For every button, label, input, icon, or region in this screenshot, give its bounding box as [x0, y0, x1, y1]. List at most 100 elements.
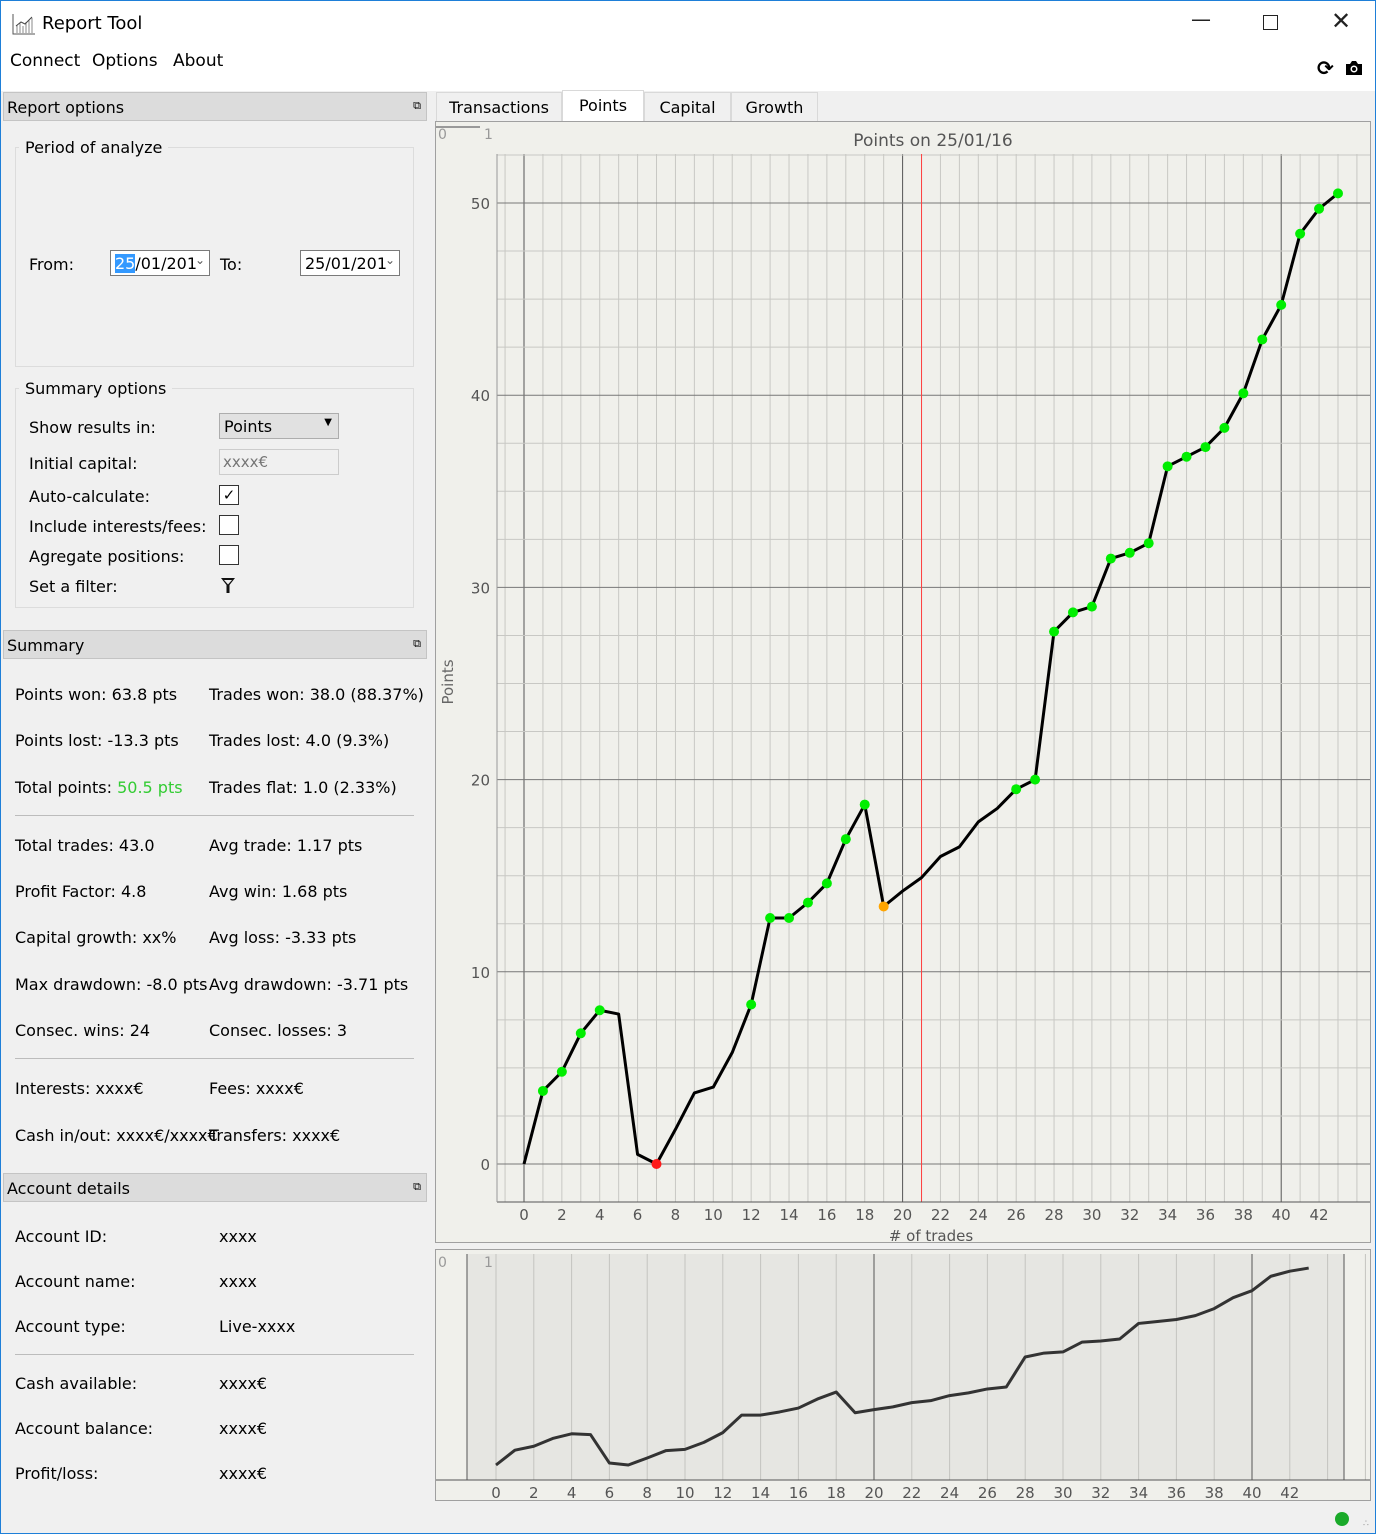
minimize-button[interactable]: —: [1191, 7, 1211, 31]
initial-capital-input[interactable]: [219, 449, 339, 475]
data-point-win: [1067, 607, 1078, 618]
title-bar: [1, 1, 1375, 47]
x-tick-label: 26: [978, 1484, 997, 1501]
corner-label-1: 1: [484, 127, 493, 143]
x-tick-label: 36: [1196, 1206, 1215, 1224]
to-date-input[interactable]: 25/01/201 ⌄: [300, 250, 400, 276]
x-tick-label: 16: [817, 1206, 836, 1224]
tab-growth[interactable]: Growth: [731, 92, 818, 122]
aggregate-checkbox[interactable]: [219, 545, 239, 565]
y-tick-label: 40: [471, 387, 490, 405]
x-tick-label: 2: [557, 1206, 567, 1224]
x-tick-label: 30: [1082, 1206, 1101, 1224]
chevron-down-icon[interactable]: ⌄: [195, 253, 205, 267]
account-balance-label: Account balance:: [15, 1419, 154, 1438]
y-tick-label: 0: [480, 1156, 490, 1174]
points-chart[interactable]: 0 1 Points on 25/01/16010203040500 2 4 6 8 10 12…: [435, 121, 1371, 1243]
x-tick-label: 38: [1205, 1484, 1224, 1501]
period-title: Period of analyze: [19, 138, 169, 157]
data-point-win: [802, 897, 813, 908]
menu-about[interactable]: About: [173, 51, 223, 71]
capital-growth: Capital growth: xx%: [15, 928, 177, 947]
divider: [15, 815, 414, 816]
from-date-rest: /01/201: [135, 254, 198, 273]
y-axis-label: Points: [439, 659, 457, 704]
chart-title: Points on 25/01/16: [853, 131, 1012, 151]
tab-points[interactable]: Points: [562, 90, 644, 123]
float-icon[interactable]: ⧉: [413, 637, 421, 651]
chevron-down-icon[interactable]: ⌄: [385, 253, 395, 267]
menu-connect[interactable]: Connect: [10, 51, 80, 71]
data-point-win: [1257, 334, 1268, 345]
tab-transactions[interactable]: Transactions: [436, 92, 562, 122]
avg-trade: Avg trade: 1.17 pts: [209, 836, 363, 855]
y-tick-label: 50: [471, 195, 490, 213]
data-point-win: [840, 834, 851, 845]
x-tick-label: 12: [713, 1484, 732, 1501]
total-points: Total points: 50.5 pts: [15, 778, 183, 797]
profit-loss-label: Profit/loss:: [15, 1464, 99, 1483]
account-type-value: Live-xxxx: [219, 1317, 296, 1336]
show-results-select[interactable]: Points ▼: [219, 413, 339, 439]
points-line: [522, 192, 1339, 1166]
x-tick-label: 16: [789, 1484, 808, 1501]
close-button[interactable]: ✕: [1331, 7, 1351, 35]
account-id-label: Account ID:: [15, 1227, 108, 1246]
data-point-win: [1124, 547, 1135, 558]
camera-icon[interactable]: [1345, 60, 1363, 76]
trades-lost: Trades lost: 4.0 (9.3%): [209, 731, 390, 750]
show-results-label: Show results in:: [29, 418, 156, 437]
overview-chart[interactable]: 0 10 2 4 6 8 10 12 14 16 18 20 22 24 26 28 30 32 34 36 38 40 4…: [435, 1249, 1371, 1501]
interests: Interests: xxxx€: [15, 1079, 144, 1098]
filter-icon[interactable]: [220, 577, 236, 594]
x-tick-label: 14: [751, 1484, 770, 1501]
x-tick-label: 8: [642, 1484, 652, 1501]
data-point-win: [1276, 299, 1287, 310]
divider: [15, 1354, 414, 1355]
data-point-win: [1238, 388, 1249, 399]
data-point-win: [859, 799, 870, 810]
x-tick-label: 28: [1044, 1206, 1063, 1224]
max-drawdown: Max drawdown: -8.0 pts: [15, 975, 208, 994]
data-point-win: [1314, 203, 1325, 214]
x-tick-label: 12: [742, 1206, 761, 1224]
refresh-icon[interactable]: ⟳: [1317, 56, 1334, 80]
data-point-flat: [878, 901, 889, 912]
data-point-win: [765, 912, 776, 923]
fees: Fees: xxxx€: [209, 1079, 304, 1098]
float-icon[interactable]: ⧉: [413, 99, 421, 113]
x-tick-label: 22: [902, 1484, 921, 1501]
from-date-input[interactable]: 25/01/201 ⌄: [110, 250, 210, 276]
x-tick-label: 24: [940, 1484, 959, 1501]
include-fees-label: Include interests/fees:: [29, 517, 207, 536]
x-tick-label: 14: [779, 1206, 798, 1224]
menu-options[interactable]: Options: [92, 51, 158, 71]
total-trades: Total trades: 43.0: [15, 836, 155, 855]
y-tick-label: 30: [471, 579, 490, 597]
trades-won: Trades won: 38.0 (88.37%): [209, 685, 424, 704]
data-point-win: [1105, 553, 1116, 564]
data-point-win: [1181, 451, 1192, 462]
account-type-label: Account type:: [15, 1317, 126, 1336]
x-tick-label: 22: [931, 1206, 950, 1224]
float-icon[interactable]: ⧉: [413, 1180, 421, 1194]
x-tick-label: 6: [633, 1206, 643, 1224]
maximize-button[interactable]: [1263, 15, 1278, 30]
include-fees-checkbox[interactable]: [219, 515, 239, 535]
auto-calc-checkbox[interactable]: ✓: [219, 485, 239, 505]
report-options-title: Report options: [7, 98, 125, 117]
report-options-header: Report options ⧉: [3, 92, 427, 121]
x-tick-label: 6: [605, 1484, 615, 1501]
to-label: To:: [220, 255, 243, 274]
tab-capital[interactable]: Capital: [644, 92, 731, 122]
x-tick-label: 20: [893, 1206, 912, 1224]
x-tick-label: 38: [1234, 1206, 1253, 1224]
resize-grip-icon[interactable]: ∴: [1363, 1519, 1369, 1529]
data-point-win: [556, 1066, 567, 1077]
x-tick-label: 20: [864, 1484, 883, 1501]
avg-win: Avg win: 1.68 pts: [209, 882, 348, 901]
chart-app-icon: [12, 14, 35, 35]
account-name-value: xxxx: [219, 1272, 257, 1291]
from-label: From:: [29, 255, 75, 274]
x-tick-label: 42: [1280, 1484, 1299, 1501]
